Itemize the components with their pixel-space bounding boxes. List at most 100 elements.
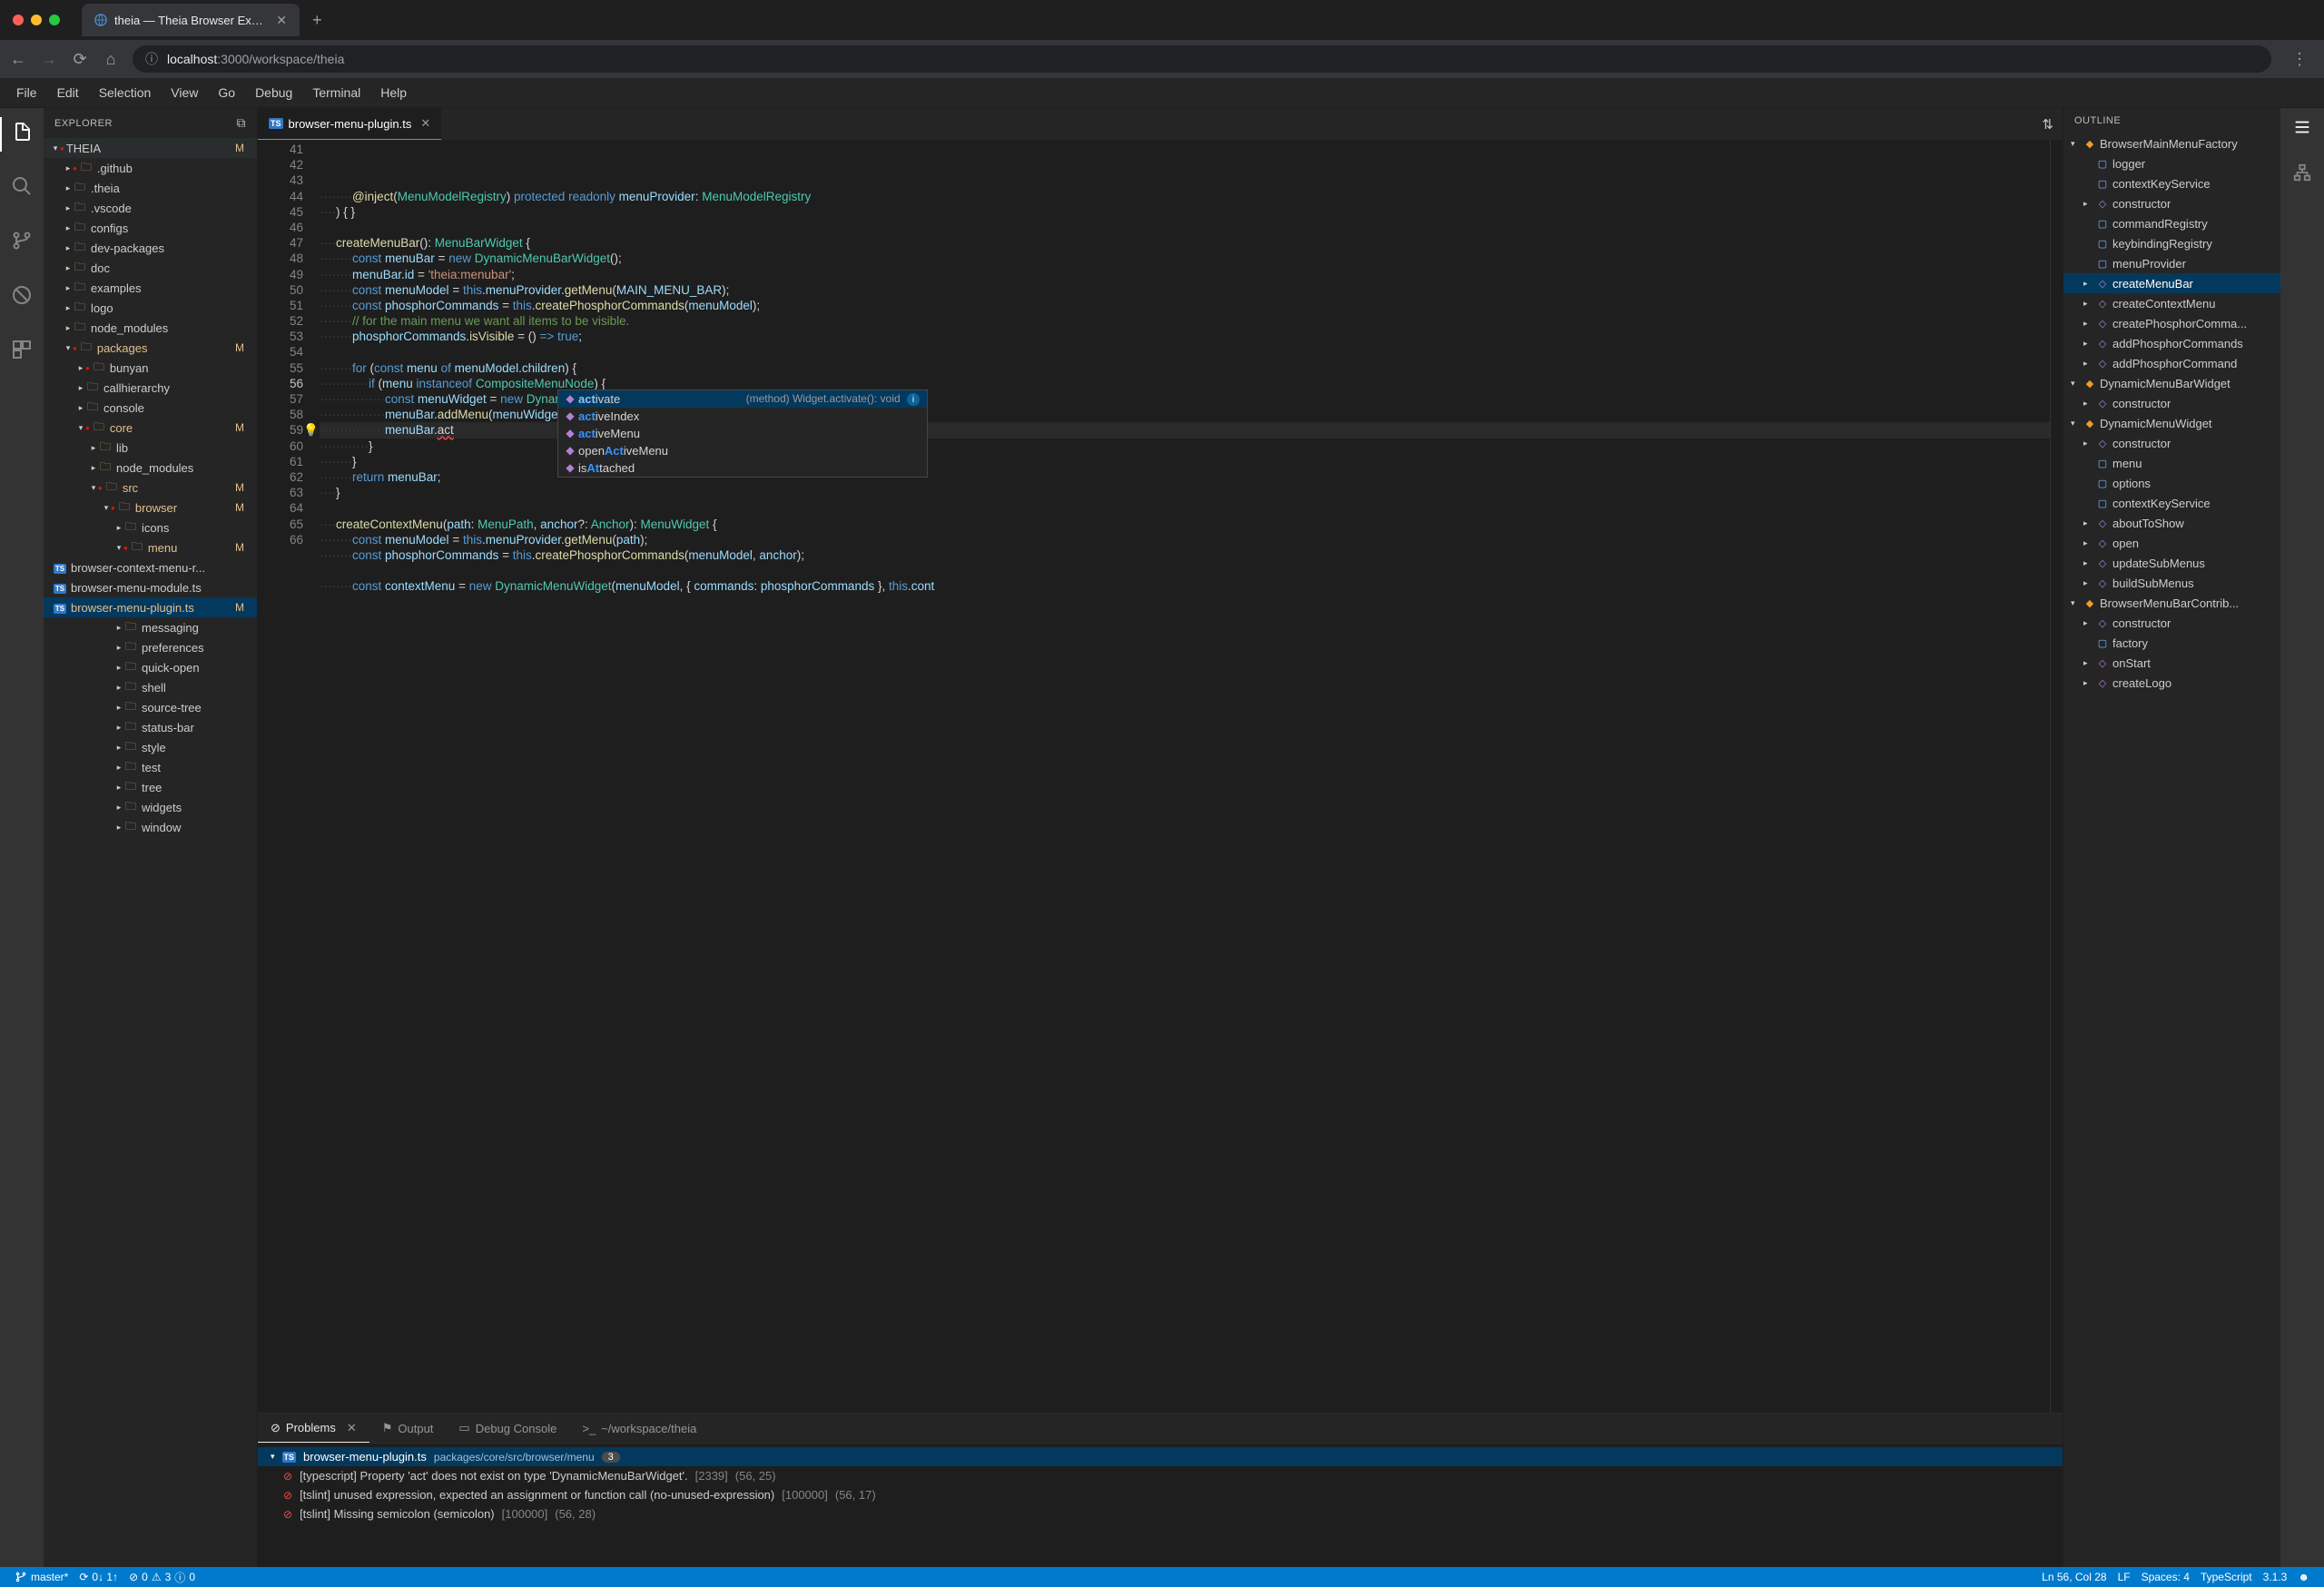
folder-preferences[interactable]: ▸🗀preferences [44,637,257,657]
debug-tab[interactable] [0,281,44,315]
code-line[interactable]: ········@inject(MenuModelRegistry) prote… [320,189,2050,204]
lightbulb-icon[interactable]: 💡 [303,422,319,438]
menu-view[interactable]: View [171,85,198,100]
folder-shell[interactable]: ▸🗀shell [44,677,257,697]
folder-quick-open[interactable]: ▸🗀quick-open [44,657,257,677]
folder-node_modules[interactable]: ▸🗀node_modules [44,458,257,478]
outline-commandRegistry[interactable]: ▸▢commandRegistry [2063,213,2280,233]
home-button[interactable]: ⌂ [102,50,120,69]
outline-contextKeyService[interactable]: ▸▢contextKeyService [2063,493,2280,513]
problem-item[interactable]: ⊘[typescript] Property 'act' does not ex… [258,1466,2063,1485]
outline-constructor[interactable]: ▸◇constructor [2063,433,2280,453]
close-icon[interactable]: ✕ [347,1421,357,1435]
code-line[interactable]: ········const menuBar = new DynamicMenuB… [320,251,2050,266]
close-tab-icon[interactable]: ✕ [276,13,287,28]
code-line[interactable]: ········const menuModel = this.menuProvi… [320,282,2050,298]
code-line[interactable]: ········for (const menu of menuModel.chi… [320,360,2050,376]
overview-ruler[interactable] [2050,140,2063,1413]
panel-tab--workspace-theia[interactable]: >_~/workspace/theia [569,1414,709,1443]
indent-status[interactable]: Spaces: 4 [2136,1567,2195,1587]
suggest-item[interactable]: ◆activeIndex [558,408,927,425]
folder-widgets[interactable]: ▸🗀widgets [44,797,257,817]
minimize-window[interactable] [31,15,42,25]
folder-source-tree[interactable]: ▸🗀source-tree [44,697,257,717]
outline-createContextMenu[interactable]: ▸◇createContextMenu [2063,293,2280,313]
outline-open[interactable]: ▸◇open [2063,533,2280,553]
folder-test[interactable]: ▸🗀test [44,757,257,777]
cursor-position[interactable]: Ln 56, Col 28 [2036,1567,2112,1587]
code-line[interactable]: ········const phosphorCommands = this.cr… [320,298,2050,313]
menu-edit[interactable]: Edit [57,85,79,100]
tree-root[interactable]: ▾ ● THEIA [44,138,257,158]
folder--github[interactable]: ▸●🗀.github [44,158,257,178]
folder-browser[interactable]: ▾●🗀browser [44,498,257,518]
feedback-icon[interactable]: ☻ [2292,1567,2315,1587]
code-line[interactable]: ········// for the main menu we want all… [320,313,2050,329]
folder-src[interactable]: ▾●🗀src [44,478,257,498]
back-button[interactable]: ← [9,50,27,69]
outline-options[interactable]: ▸▢options [2063,473,2280,493]
folder-window[interactable]: ▸🗀window [44,817,257,837]
panel-tab-debug-console[interactable]: ▭Debug Console [446,1414,569,1443]
code-line[interactable]: ········const contextMenu = new DynamicM… [320,578,2050,594]
browser-tab[interactable]: theia — Theia Browser Exampl ✕ [82,4,300,36]
menu-selection[interactable]: Selection [99,85,152,100]
browser-menu-button[interactable]: ⋮ [2284,50,2315,69]
suggest-item[interactable]: ◆activate(method) Widget.activate(): voi… [558,390,927,408]
editor-tab[interactable]: TS browser-menu-plugin.ts ✕ [258,108,441,140]
folder-icons[interactable]: ▸🗀icons [44,518,257,537]
code-line[interactable]: ····} [320,485,2050,500]
outline-menuProvider[interactable]: ▸▢menuProvider [2063,253,2280,273]
panel-tab-problems[interactable]: ⊘Problems✕ [258,1414,369,1443]
folder-packages[interactable]: ▾●🗀packages [44,338,257,358]
outline-logger[interactable]: ▸▢logger [2063,153,2280,173]
outline-addPhosphorCommands[interactable]: ▸◇addPhosphorCommands [2063,333,2280,353]
folder-status-bar[interactable]: ▸🗀status-bar [44,717,257,737]
close-window[interactable] [13,15,24,25]
code-line[interactable]: ········const phosphorCommands = this.cr… [320,547,2050,563]
git-tab[interactable] [0,226,44,261]
folder-tree[interactable]: ▸🗀tree [44,777,257,797]
folder-logo[interactable]: ▸🗀logo [44,298,257,318]
search-tab[interactable] [0,172,44,206]
outline-factory[interactable]: ▸▢factory [2063,633,2280,653]
folder-messaging[interactable]: ▸🗀messaging [44,617,257,637]
outline-DynamicMenuWidget[interactable]: ▾◆DynamicMenuWidget [2063,413,2280,433]
folder-bunyan[interactable]: ▸●🗀bunyan [44,358,257,378]
folder-doc[interactable]: ▸🗀doc [44,258,257,278]
file-browser-menu-plugin-ts[interactable]: TSbrowser-menu-plugin.ts [44,597,257,617]
menu-help[interactable]: Help [380,85,407,100]
outline-updateSubMenus[interactable]: ▸◇updateSubMenus [2063,553,2280,573]
outline-constructor[interactable]: ▸◇constructor [2063,193,2280,213]
code-line[interactable] [320,563,2050,578]
menu-file[interactable]: File [16,85,37,100]
reload-button[interactable]: ⟳ [71,50,89,69]
code-line[interactable]: ····createContextMenu(path: MenuPath, an… [320,517,2050,532]
folder-node_modules[interactable]: ▸🗀node_modules [44,318,257,338]
folder-menu[interactable]: ▾●🗀menu [44,537,257,557]
outline-createMenuBar[interactable]: ▸◇createMenuBar [2063,273,2280,293]
folder-callhierarchy[interactable]: ▸🗀callhierarchy [44,378,257,398]
menu-debug[interactable]: Debug [255,85,292,100]
compare-icon[interactable]: ⇅ [2042,116,2053,133]
maximize-window[interactable] [49,15,60,25]
suggest-item[interactable]: ◆openActiveMenu [558,442,927,459]
language-status[interactable]: TypeScript [2195,1567,2258,1587]
file-browser-menu-module-ts[interactable]: TSbrowser-menu-module.ts [44,577,257,597]
folder-core[interactable]: ▾●🗀core [44,418,257,438]
explorer-tab[interactable] [0,117,44,152]
folder--theia[interactable]: ▸🗀.theia [44,178,257,198]
outline-menu[interactable]: ▸▢menu [2063,453,2280,473]
outline-tab-icon[interactable] [2292,117,2312,143]
sidebar-actions-icon[interactable]: ⧉ [237,115,247,131]
extensions-tab[interactable] [0,335,44,370]
problem-item[interactable]: ⊘[tslint] Missing semicolon (semicolon) … [258,1504,2063,1523]
menu-go[interactable]: Go [218,85,235,100]
code-line[interactable] [320,344,2050,360]
site-info-icon[interactable]: ⓘ [145,50,158,68]
new-tab-button[interactable]: + [312,11,322,30]
sync-status[interactable]: ⟳ 0↓ 1↑ [74,1567,123,1587]
code-line[interactable]: ········phosphorCommands.isVisible = () … [320,329,2050,344]
address-bar[interactable]: ⓘ localhost:3000/workspace/theia [133,45,2271,73]
code-line[interactable]: ········const menuModel = this.menuProvi… [320,532,2050,547]
